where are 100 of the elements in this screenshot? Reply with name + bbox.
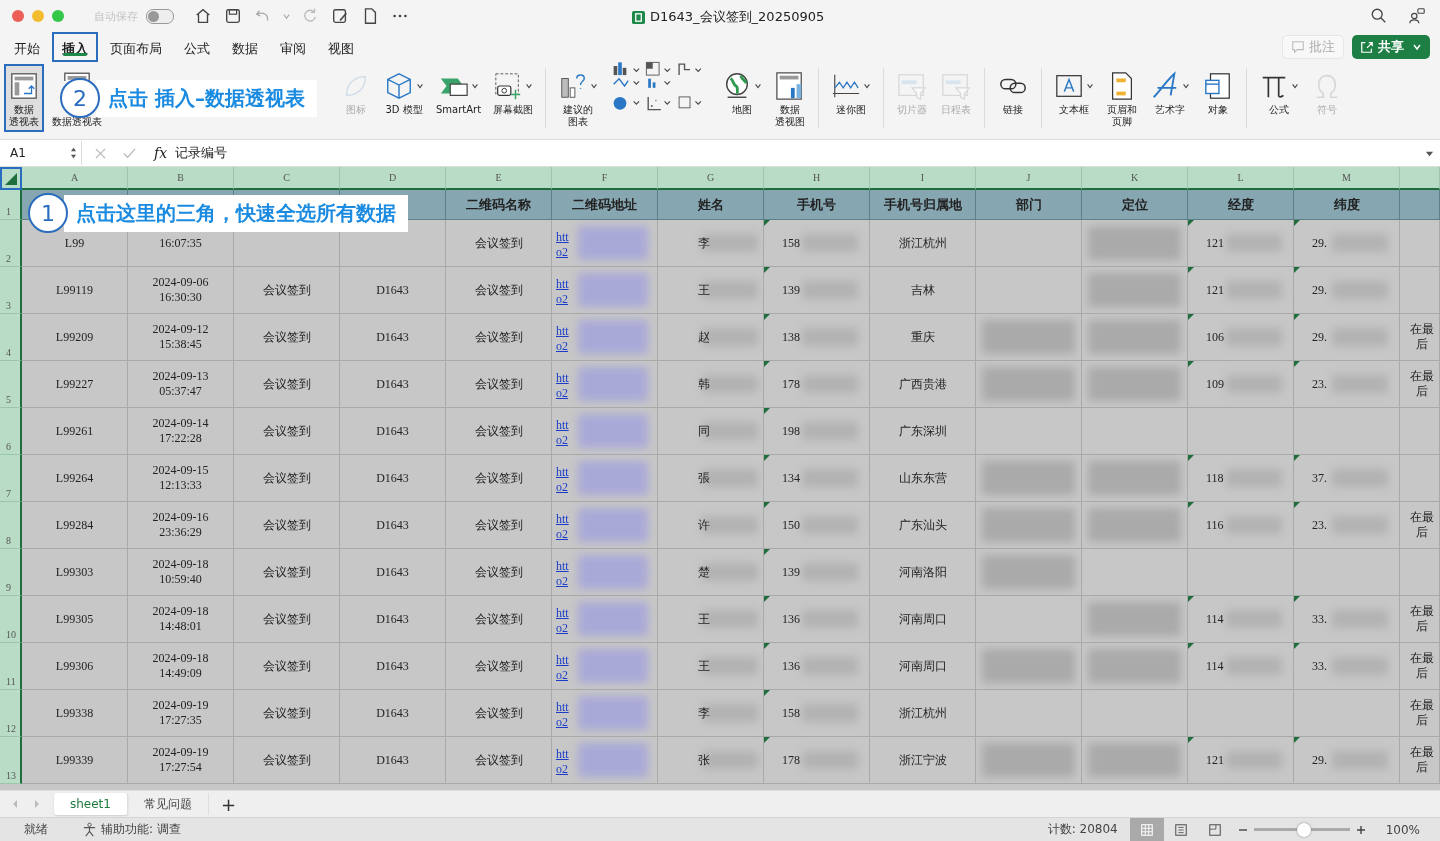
search-icon[interactable]: [1370, 7, 1388, 25]
link[interactable]: htt o2: [556, 418, 569, 448]
cell-text: 2024-09-12 15:38:45: [152, 322, 209, 352]
ribbon-button[interactable]: 3D 模型: [380, 64, 428, 132]
row-header[interactable]: 8: [0, 502, 22, 549]
link[interactable]: htt o2: [556, 371, 569, 401]
row-header[interactable]: 10: [0, 596, 22, 643]
column-header[interactable]: E: [446, 167, 552, 190]
column-header[interactable]: F: [552, 167, 658, 190]
close-window-button[interactable]: [12, 10, 24, 22]
column-header[interactable]: [1400, 167, 1440, 190]
cell-text: 会议签到: [474, 705, 523, 721]
column-header[interactable]: D: [340, 167, 446, 190]
comment-icon: [1291, 40, 1305, 54]
ribbon-tab[interactable]: 公式: [174, 32, 220, 62]
ribbon-button[interactable]: 数据 透视表: [4, 64, 44, 132]
ribbon-tab[interactable]: 数据: [222, 32, 268, 62]
cell-text: D1643: [376, 611, 409, 627]
page-break-icon: [1207, 822, 1222, 837]
name-box[interactable]: A1: [0, 141, 82, 165]
row-header[interactable]: 9: [0, 549, 22, 596]
error-marker-icon: [1188, 314, 1194, 320]
cell-text: D1643: [376, 564, 409, 580]
ribbon-button[interactable]: 迷你图: [827, 64, 876, 132]
ribbon-button[interactable]: 建议的 图表: [554, 64, 603, 132]
column-header[interactable]: G: [658, 167, 764, 190]
sheet-tab[interactable]: sheet1: [54, 793, 128, 815]
row-header[interactable]: 13: [0, 737, 22, 784]
row-header[interactable]: 4: [0, 314, 22, 361]
cell-text: 2024-09-13 05:37:47: [152, 369, 209, 399]
cell-text: 河南周口: [898, 658, 947, 674]
row-header[interactable]: 6: [0, 408, 22, 455]
column-header[interactable]: A: [22, 167, 128, 190]
ribbon-button[interactable]: 数据 透视图: [770, 64, 811, 132]
link[interactable]: htt o2: [556, 230, 569, 260]
link[interactable]: htt o2: [556, 512, 569, 542]
ribbon-tab[interactable]: 开始: [4, 32, 50, 62]
ribbon-button[interactable]: 艺术字: [1146, 64, 1195, 132]
column-header[interactable]: B: [128, 167, 234, 190]
cell-text: 会议签到: [262, 376, 311, 392]
accessibility-icon[interactable]: [82, 822, 97, 837]
function-button[interactable]: fx: [154, 145, 168, 161]
link[interactable]: htt o2: [556, 559, 569, 589]
cell-text: 2024-09-06 16:30:30: [152, 275, 209, 305]
save-icon[interactable]: [224, 7, 242, 25]
ribbon-tab[interactable]: 视图: [318, 32, 364, 62]
link[interactable]: htt o2: [556, 653, 569, 683]
column-header[interactable]: C: [234, 167, 340, 190]
row-header[interactable]: 3: [0, 267, 22, 314]
link[interactable]: htt o2: [556, 700, 569, 730]
ribbon-tab[interactable]: 审阅: [270, 32, 316, 62]
cell-text: 2024-09-19 17:27:54: [152, 745, 209, 775]
home-icon[interactable]: [194, 7, 212, 25]
ribbon-button[interactable]: 地图: [718, 64, 767, 132]
row-header[interactable]: 2: [0, 220, 22, 267]
column-header[interactable]: H: [764, 167, 870, 190]
cell-text: D1643: [376, 517, 409, 533]
save-edit-icon[interactable]: [331, 7, 349, 25]
row-header[interactable]: 12: [0, 690, 22, 737]
select-all-button[interactable]: [0, 167, 22, 190]
normal-view-button[interactable]: [1129, 818, 1164, 841]
ribbon-button[interactable]: 对象: [1198, 64, 1239, 132]
column-header[interactable]: I: [870, 167, 976, 190]
autosave-toggle[interactable]: [146, 8, 174, 24]
ribbon-button[interactable]: SmartArt: [432, 64, 486, 132]
ribbon-button[interactable]: 页眉和 页脚: [1102, 64, 1143, 132]
ribbon-button[interactable]: 屏幕截图: [489, 64, 538, 132]
cell-text: 河南周口: [898, 611, 947, 627]
cell-text: 33.: [1312, 658, 1327, 674]
ribbon-tab[interactable]: 页面布局: [100, 32, 172, 62]
accessibility-status[interactable]: 辅助功能: 调查: [101, 821, 181, 838]
link[interactable]: htt o2: [556, 465, 569, 495]
zoom-in-icon[interactable]: [1355, 824, 1366, 835]
column-header[interactable]: L: [1188, 167, 1294, 190]
row-header[interactable]: 1: [0, 190, 22, 220]
ribbon-button[interactable]: 链接: [993, 64, 1034, 132]
column-header[interactable]: J: [976, 167, 1082, 190]
row-header[interactable]: 7: [0, 455, 22, 502]
cancel-icon[interactable]: [94, 146, 107, 160]
ribbon-button[interactable]: 公式: [1255, 64, 1304, 132]
cell-text: 会议签到: [474, 376, 523, 392]
row-header[interactable]: 11: [0, 643, 22, 690]
sheet-tab[interactable]: 常见问题: [127, 793, 209, 815]
add-sheet-button[interactable]: +: [208, 793, 249, 815]
cell-text: 在最后: [1408, 604, 1435, 634]
people-icon[interactable]: [1408, 7, 1426, 25]
row-header[interactable]: 5: [0, 361, 22, 408]
link[interactable]: htt o2: [556, 277, 569, 307]
zoom-window-button[interactable]: [52, 10, 64, 22]
link[interactable]: htt o2: [556, 324, 569, 354]
link[interactable]: htt o2: [556, 606, 569, 636]
column-header[interactable]: M: [1294, 167, 1400, 190]
ribbon-button[interactable]: 文本框: [1050, 64, 1099, 132]
error-marker-icon: [764, 455, 770, 461]
zoom-level[interactable]: 100%: [1385, 822, 1420, 837]
share-button[interactable]: 共享: [1352, 35, 1430, 59]
link[interactable]: htt o2: [556, 747, 569, 777]
formula-input[interactable]: 记录编号: [175, 144, 1425, 162]
zoom-slider-thumb[interactable]: [1296, 822, 1311, 837]
column-header[interactable]: K: [1082, 167, 1188, 190]
